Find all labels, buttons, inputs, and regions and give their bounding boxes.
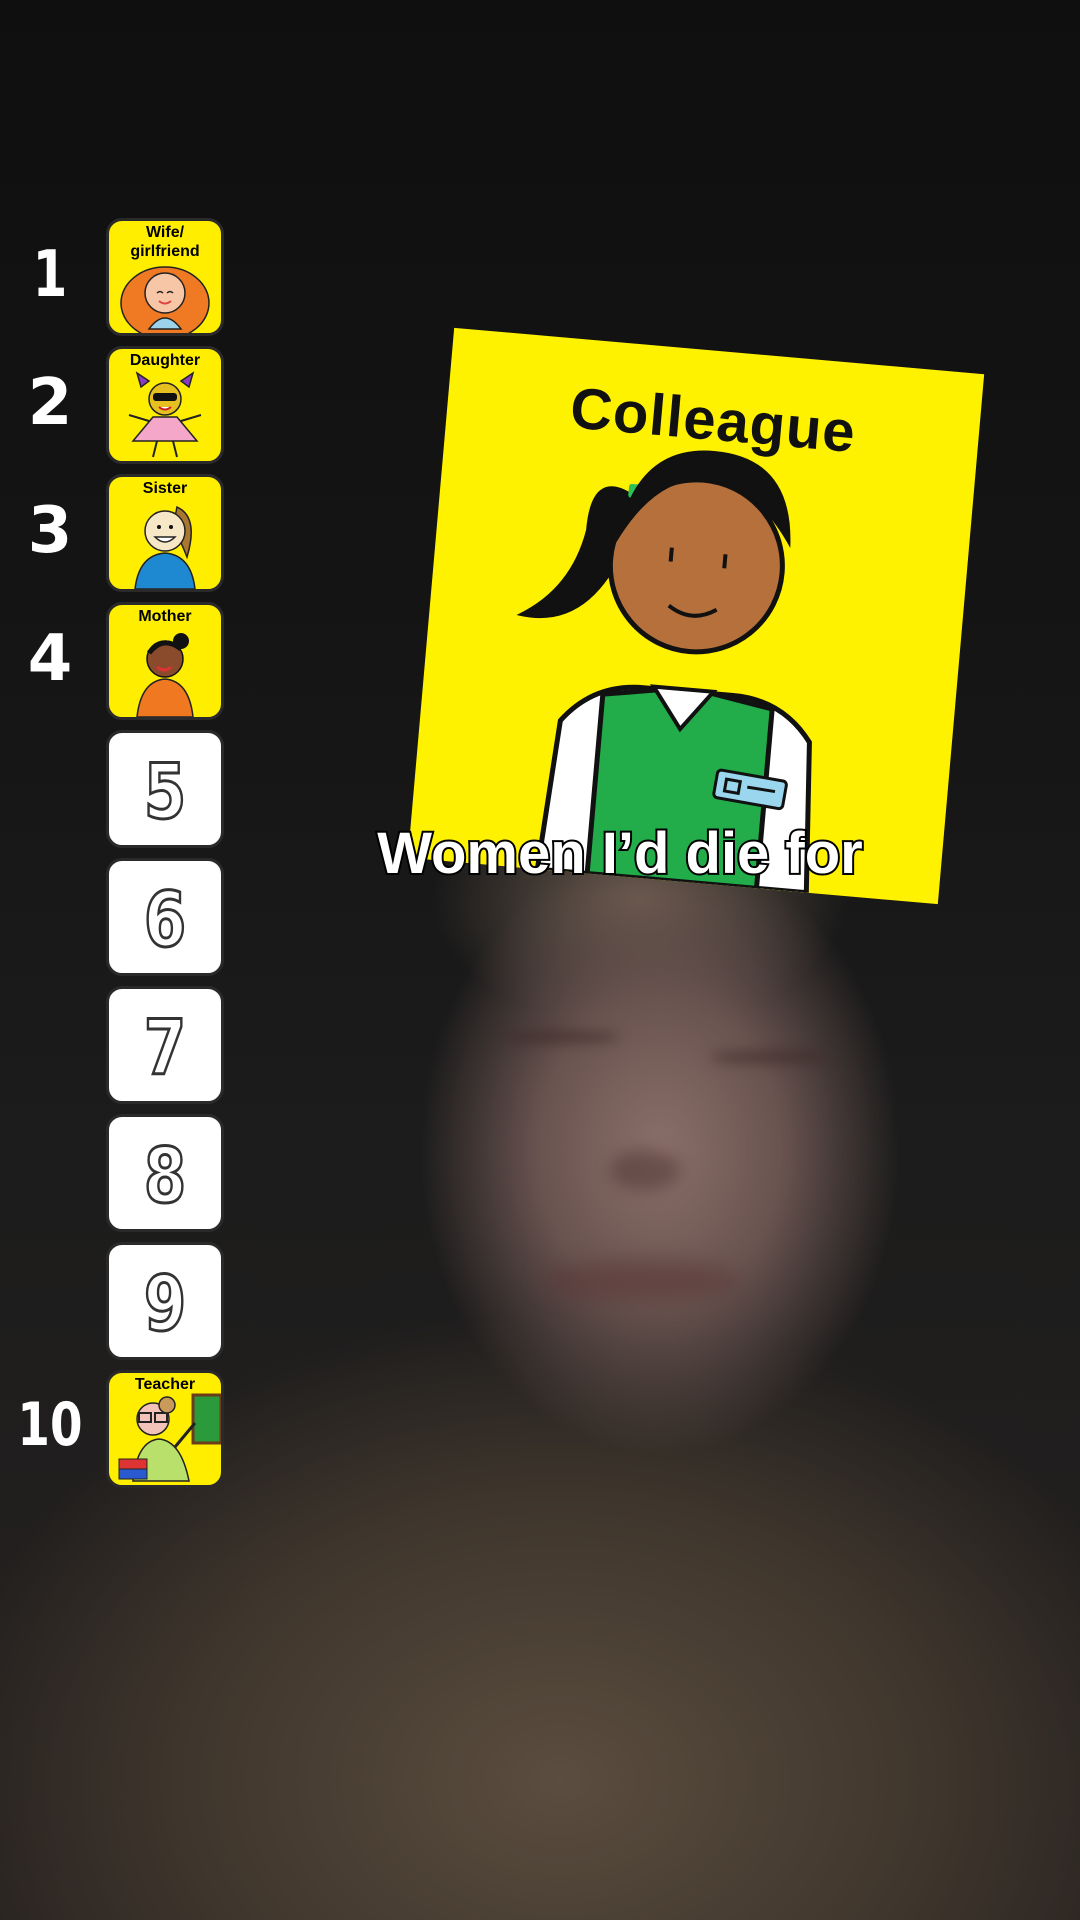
- rank-slot-empty-9[interactable]: 9: [106, 1242, 224, 1360]
- rank-row-3: 3 Sister: [0, 474, 240, 596]
- rank-number: 10: [17, 1390, 83, 1460]
- rank-row-6: 6: [0, 858, 240, 980]
- teacher-illustration: [118, 1393, 221, 1482]
- rank-number: 3: [27, 494, 73, 568]
- rank-slot-empty-6[interactable]: 6: [106, 858, 224, 976]
- slot-number: 6: [143, 874, 188, 966]
- rank-number: 4: [27, 622, 73, 696]
- rank-row-4: 4 Mother: [0, 602, 240, 724]
- rank-row-10: 10 Teacher: [0, 1370, 240, 1492]
- rank-row-9: 9: [0, 1242, 240, 1364]
- rank-row-2: 2 Daughter: [0, 346, 240, 468]
- sister-illustration: [134, 505, 196, 589]
- rank-slot-sister[interactable]: Sister: [106, 474, 224, 592]
- rank-row-1: 1 Wife/ girlfriend: [0, 218, 240, 340]
- slot-number: 5: [143, 746, 188, 838]
- slot-number: 7: [143, 1002, 188, 1094]
- rank-slot-daughter[interactable]: Daughter: [106, 346, 224, 464]
- person-face: [500, 1030, 620, 1044]
- colleague-illustration: [516, 450, 812, 896]
- wife-girlfriend-illustration: [120, 266, 210, 333]
- person-face-detail: [610, 1150, 680, 1190]
- rank-number: 1: [32, 238, 68, 312]
- rank-slot-empty-8[interactable]: 8: [106, 1114, 224, 1232]
- rank-row-7: 7: [0, 986, 240, 1108]
- caption-text: Women I’d die for: [375, 819, 865, 888]
- slot-number: 8: [143, 1130, 188, 1222]
- rank-slot-teacher[interactable]: Teacher: [106, 1370, 224, 1488]
- rank-row-8: 8: [0, 1114, 240, 1236]
- current-card[interactable]: Colleague: [407, 327, 985, 905]
- rank-slot-empty-7[interactable]: 7: [106, 986, 224, 1104]
- mother-illustration: [136, 633, 194, 717]
- rank-number: 2: [27, 366, 73, 440]
- daughter-illustration: [128, 371, 202, 458]
- rank-row-5: 5: [0, 730, 240, 852]
- rank-slot-mother[interactable]: Mother: [106, 602, 224, 720]
- slot-number: 9: [143, 1258, 188, 1350]
- person-face-detail: [710, 1050, 830, 1064]
- person-face-detail: [540, 1260, 740, 1302]
- rank-slot-wife-girlfriend[interactable]: Wife/ girlfriend: [106, 218, 224, 336]
- rank-slot-empty-5[interactable]: 5: [106, 730, 224, 848]
